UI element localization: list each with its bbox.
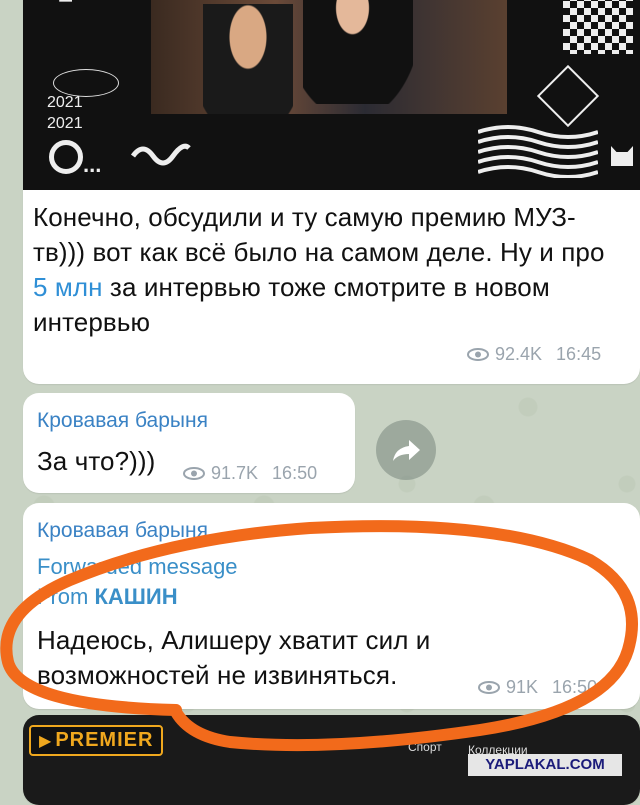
cat-logo-icon [611,146,633,166]
orbit-graphic [53,69,119,97]
message-text-part-2: за интервью тоже смотрите в новом интерв… [33,272,550,337]
message-bubble[interactable]: Кровавая барыня За что?))) 91.7K 16:50 [23,393,355,493]
video-thumbnail[interactable]: ДА 2021 2021 ... [23,0,640,190]
message-meta: 91.7K 16:50 [183,463,317,484]
forwarded-message-bubble[interactable]: Кровавая барыня Forwarded message From К… [23,503,640,709]
views-count: 92.4K [495,344,543,364]
checker-graphic [563,0,633,54]
watermark: YAPLAKAL.COM [468,754,622,776]
circle-graphic [49,140,83,174]
message-time: 16:50 [552,677,598,697]
sender-name[interactable]: Кровавая барыня [37,409,208,433]
message-text: За что?))) [37,446,156,476]
message-time: 16:45 [556,344,602,364]
person-2 [303,0,413,104]
views-icon [478,681,500,694]
message-text: Надеюсь, Алишеру хватит сил и возможност… [37,625,431,690]
message-time: 16:50 [272,463,318,483]
from-label: From [37,584,89,609]
from-name[interactable]: КАШИН [94,584,177,609]
views-icon [467,348,489,361]
message-meta: 91K 16:50 [478,677,597,698]
views-count: 91K [506,677,539,697]
message-bubble-video[interactable]: ДА 2021 2021 ... Конечно, обсудили и ту … [23,0,640,384]
vertical-title: ДА [29,0,74,2]
premier-logo-text: PREMIER [55,729,154,751]
nav-sport[interactable]: Спорт [408,740,442,754]
message-text: Конечно, обсудили и ту самую премию МУЗ-… [33,200,623,340]
person-1 [203,4,293,114]
premier-logo[interactable]: ▶ PREMIER [29,725,164,756]
year-label-1: 2021 [47,94,83,111]
message-meta: 92.4K 16:45 [467,344,601,365]
diamond-graphic [536,64,600,128]
wave-graphic [131,143,191,166]
forwarded-from[interactable]: From КАШИН [37,583,178,611]
message-link[interactable]: 5 млн [33,272,103,302]
share-button[interactable] [376,420,436,480]
message-text-part: Конечно, обсудили и ту самую премию МУЗ-… [33,202,605,267]
forwarded-label: Forwarded message [37,554,238,579]
dots-graphic: ... [83,152,102,177]
share-icon [393,440,420,461]
stripes-graphic [478,125,598,178]
views-icon [183,467,205,480]
views-count: 91.7K [211,463,259,483]
play-icon: ▶ [39,732,52,750]
sender-name[interactable]: Кровавая барыня [37,519,208,543]
year-label-2: 2021 [47,115,83,132]
